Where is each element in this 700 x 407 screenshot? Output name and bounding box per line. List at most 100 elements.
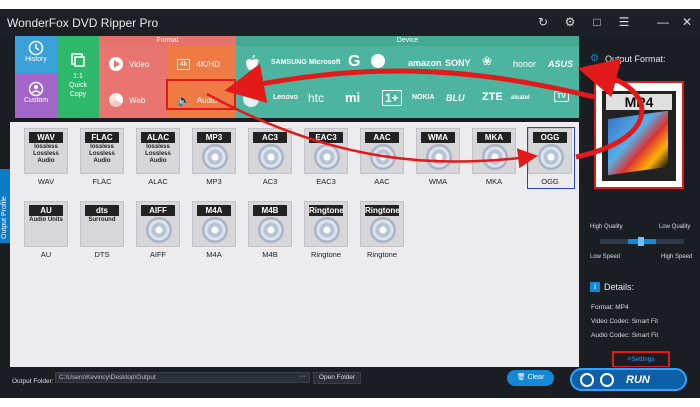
open-folder-button[interactable]: Open Folder <box>313 372 361 384</box>
format-detail: Format: MP4 <box>591 304 629 311</box>
lg-icon[interactable] <box>371 54 385 68</box>
brand-nokia[interactable]: NOKIA <box>412 94 435 101</box>
format-badge-title: AAC <box>365 132 399 143</box>
disc-icon <box>370 217 396 243</box>
format-label: Ringtone <box>366 250 398 259</box>
format-badge: dts Surround <box>80 201 124 247</box>
output-folder-input[interactable]: C:\Users\Kevincy\Desktop\Output ··· <box>55 372 310 383</box>
format-item-mp3[interactable]: MP3 MP3 <box>189 128 239 186</box>
run-icon <box>580 373 594 387</box>
bottom-bar: Output Folder: C:\Users\Kevincy\Desktop\… <box>0 367 700 398</box>
right-panel: ⚙ Output Format: MP4 High Quality Low Qu… <box>584 36 700 368</box>
title-bar: WonderFox DVD Ripper Pro ↻ ⚙ □ ☰ — ✕ <box>0 9 700 36</box>
high-speed-label: High Speed <box>661 254 693 260</box>
format-item-ringtone[interactable]: Ringtone Ringtone <box>357 201 407 259</box>
format-item-mka[interactable]: MKA MKA <box>469 128 519 186</box>
format-item-m4a[interactable]: M4A M4A <box>189 201 239 259</box>
custom-tile[interactable]: Custom <box>15 73 57 118</box>
format-badge: EAC3 <box>304 128 348 174</box>
menu-icon[interactable]: ☰ <box>617 15 631 29</box>
format-badge-title: dts <box>85 205 119 216</box>
hd-format-button[interactable]: 4k 4K/HD <box>167 46 236 82</box>
format-label: AU <box>40 250 52 259</box>
quick-copy-tile[interactable]: 1:1 Quick Copy <box>57 36 99 118</box>
brand-asus[interactable]: ASUS <box>548 59 573 69</box>
brand-htc[interactable]: htc <box>308 91 324 105</box>
web-format-button[interactable]: Web <box>99 82 167 118</box>
format-item-aiff[interactable]: AIFF AIFF <box>133 201 183 259</box>
disc-icon <box>202 144 228 170</box>
output-format-preview[interactable]: MP4 <box>594 81 684 189</box>
output-folder-path: C:\Users\Kevincy\Desktop\Output <box>59 374 156 381</box>
brand-oneplus[interactable]: 1+ <box>382 90 402 106</box>
settings-button[interactable]: ˄Settings <box>612 351 670 368</box>
format-badge: Ringtone <box>360 201 404 247</box>
close-icon[interactable]: ✕ <box>680 15 694 29</box>
format-item-aac[interactable]: AAC AAC <box>357 128 407 186</box>
low-speed-label: Low Speed <box>590 254 621 260</box>
custom-icon <box>28 81 44 97</box>
format-badge-title: MKA <box>477 132 511 143</box>
audio-highlight-box <box>166 79 236 110</box>
quality-slider-thumb[interactable] <box>638 237 644 246</box>
format-item-alac[interactable]: ALAC lossless Lossless Audio ALAC <box>133 128 183 186</box>
format-item-eac3[interactable]: EAC3 EAC3 <box>301 128 351 186</box>
brand-microsoft[interactable]: Microsoft <box>309 59 341 66</box>
google-icon[interactable]: G <box>348 53 360 71</box>
run-button[interactable]: RUN <box>570 368 687 391</box>
video-format-button[interactable]: Video <box>99 46 167 82</box>
brand-blu[interactable]: BLU <box>446 93 465 103</box>
run-disc-icon <box>600 373 614 387</box>
brand-alcatel[interactable]: alcatel <box>511 95 530 101</box>
disc-icon <box>258 144 284 170</box>
format-item-m4b[interactable]: M4B M4B <box>245 201 295 259</box>
settings-label: Settings <box>631 356 655 363</box>
output-format-label: Output Format: <box>605 54 666 64</box>
browse-button[interactable]: ··· <box>299 373 306 380</box>
format-item-ringtone[interactable]: Ringtone Ringtone <box>301 201 351 259</box>
chat-icon[interactable]: □ <box>590 15 604 29</box>
format-badge-title: MP3 <box>197 132 231 143</box>
quick-copy-line3: Copy <box>69 91 87 98</box>
gear-icon[interactable]: ⚙ <box>563 15 577 29</box>
format-badge-title: M4A <box>197 205 231 216</box>
quality-slider[interactable] <box>600 237 684 246</box>
disc-icon <box>314 144 340 170</box>
format-badge-title: AC3 <box>253 132 287 143</box>
format-item-dts[interactable]: dts Surround DTS <box>77 201 127 259</box>
huawei-apple-circle <box>243 91 259 107</box>
clear-button[interactable]: 🗑 Clear <box>507 370 554 386</box>
brand-honor[interactable]: honor <box>513 59 536 69</box>
minimize-icon[interactable]: — <box>656 15 670 29</box>
brand-tv[interactable]: TV <box>554 91 569 102</box>
brand-samsung[interactable]: SAMSUNG <box>271 59 307 66</box>
disc-icon <box>314 217 340 243</box>
format-item-wma[interactable]: WMA WMA <box>413 128 463 186</box>
history-tile[interactable]: History <box>15 36 57 73</box>
format-item-wav[interactable]: WAV lossless Lossless Audio WAV <box>21 128 71 186</box>
format-item-ac3[interactable]: AC3 AC3 <box>245 128 295 186</box>
format-badge-title: EAC3 <box>309 132 343 143</box>
app-window: WonderFox DVD Ripper Pro ↻ ⚙ □ ☰ — ✕ His… <box>0 9 700 398</box>
format-item-au[interactable]: AU Audio Units AU <box>21 201 71 259</box>
output-profile-tab[interactable]: Output Profile <box>0 169 10 243</box>
brand-amazon[interactable]: amazon <box>408 58 442 68</box>
brand-sony[interactable]: SONY <box>445 58 471 68</box>
format-badge-subtitle: lossless Lossless Audio <box>89 144 115 164</box>
4k-icon: 4k <box>177 58 191 70</box>
format-label: M4A <box>206 250 222 259</box>
disc-icon <box>146 217 172 243</box>
format-badge-subtitle: lossless Lossless Audio <box>145 144 171 164</box>
brand-mi[interactable]: mi <box>345 90 360 105</box>
format-badge: ALAC lossless Lossless Audio <box>136 128 180 174</box>
brand-zte[interactable]: ZTE <box>482 91 503 103</box>
format-label: AAC <box>374 177 390 186</box>
format-badge-title: FLAC <box>85 132 119 143</box>
huawei-icon[interactable]: ❀ <box>482 54 492 68</box>
quick-copy-line2: Quick <box>69 82 87 89</box>
disc-icon <box>426 144 452 170</box>
refresh-icon[interactable]: ↻ <box>536 15 550 29</box>
mp4-badge: MP4 <box>602 91 676 181</box>
brand-lenovo[interactable]: Lenovo <box>273 94 298 101</box>
format-item-flac[interactable]: FLAC lossless Lossless Audio FLAC <box>77 128 127 186</box>
